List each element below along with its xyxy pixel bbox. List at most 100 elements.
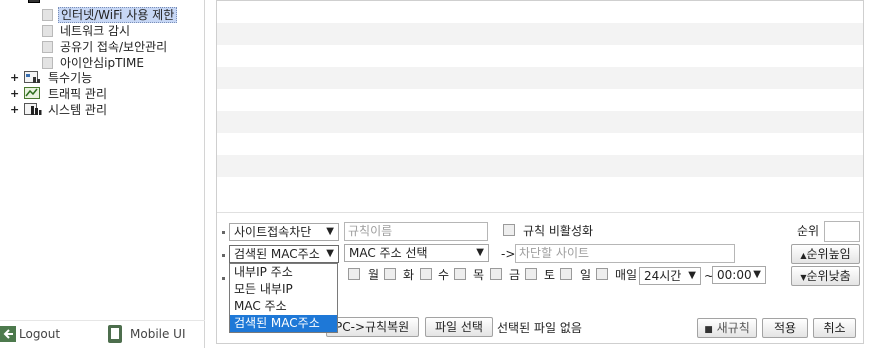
time-start-select[interactable]: 24시간 ▼: [639, 267, 701, 285]
sidebar-category-traffic[interactable]: + 트래픽 관리: [0, 86, 205, 102]
time-end-select[interactable]: 00:00 ▼: [712, 266, 766, 284]
day-checkbox-fri[interactable]: [490, 268, 502, 280]
disable-rule-checkbox[interactable]: [503, 224, 515, 236]
day-label-sun: 일: [580, 268, 592, 282]
time-end-value: 00:00: [717, 268, 752, 282]
blocked-site-placeholder: 차단할 사이트: [519, 246, 590, 260]
blocked-site-input[interactable]: 차단할 사이트: [515, 244, 735, 263]
plus-icon: ■: [704, 325, 713, 335]
sidebar-subitem-label[interactable]: 아이안심ipTIME: [58, 55, 146, 71]
day-label-thu: 목: [473, 268, 485, 282]
dropdown-arrow-icon: ▼: [476, 247, 484, 258]
source-dropdown-list: 내부IP 주소 모든 내부IP MAC 주소 검색된 MAC주소: [229, 263, 338, 333]
rule-list: [217, 1, 863, 213]
row-bullet: [222, 277, 225, 280]
priority-input[interactable]: [824, 221, 860, 242]
logout-label[interactable]: Logout: [19, 325, 60, 343]
day-checkbox-everyday[interactable]: [596, 268, 608, 280]
list-row: [217, 89, 863, 111]
dropdown-arrow-icon: ▼: [753, 269, 761, 280]
sidebar-subitem-label[interactable]: 인터넷/WiFi 사용 제한: [58, 7, 178, 23]
mobile-ui-link[interactable]: Mobile UI: [108, 325, 198, 343]
dropdown-option-mac[interactable]: MAC 주소: [230, 298, 337, 315]
sidebar-subitem-label[interactable]: 네트워크 감시: [58, 23, 132, 39]
row-bullet: [222, 254, 225, 257]
mobile-ui-label[interactable]: Mobile UI: [130, 325, 186, 343]
mac-select-value: MAC 주소 선택: [349, 246, 428, 260]
new-rule-button[interactable]: ■ 새규칙: [697, 318, 757, 338]
day-checkbox-thu[interactable]: [454, 268, 466, 280]
list-row: [217, 111, 863, 133]
dropdown-arrow-icon: ▼: [326, 226, 334, 237]
mac-address-select[interactable]: MAC 주소 선택 ▼: [344, 244, 489, 262]
day-checkbox-sun[interactable]: [560, 268, 572, 280]
cancel-label: 취소: [823, 321, 846, 335]
dropdown-option-all-internal-ip[interactable]: 모든 내부IP: [230, 281, 337, 298]
sidebar: 인터넷/WiFi 사용 제한 네트워크 감시 공유기 접속/보안관리 아이안심i…: [0, 0, 205, 348]
logout-link[interactable]: Logout: [0, 325, 70, 343]
special-features-icon: [24, 71, 40, 83]
sidebar-category-label[interactable]: 특수기능: [48, 70, 92, 86]
day-checkbox-tue[interactable]: [384, 268, 396, 280]
sidebar-category-special[interactable]: + 특수기능: [0, 70, 205, 86]
dropdown-option-internal-ip[interactable]: 내부IP 주소: [230, 264, 337, 281]
page-icon: [42, 9, 53, 21]
priority-up-button[interactable]: ▲순위높임: [791, 244, 860, 264]
sidebar-category-label[interactable]: 트래픽 관리: [48, 86, 107, 102]
priority-up-label: 순위높임: [806, 247, 851, 261]
sidebar-subitem-iansim[interactable]: 아이안심ipTIME: [0, 55, 205, 71]
apply-button[interactable]: 적용: [762, 318, 808, 338]
list-row: [217, 23, 863, 45]
sidebar-category-label[interactable]: 시스템 관리: [48, 102, 107, 118]
page-icon: [42, 41, 53, 53]
arrow-text: ->: [501, 247, 516, 261]
time-start-value: 24시간: [644, 269, 682, 283]
source-select-value: 검색된 MAC주소: [234, 247, 320, 261]
disable-rule-label: 규칙 비활성화: [523, 224, 594, 238]
priority-label: 순위: [797, 224, 820, 238]
sidebar-subitem-internet-limit[interactable]: 인터넷/WiFi 사용 제한: [0, 7, 205, 23]
new-rule-label: 새규칙: [716, 321, 750, 335]
day-checkbox-mon[interactable]: [348, 268, 360, 280]
apply-label: 적용: [773, 321, 797, 335]
dropdown-option-searched-mac[interactable]: 검색된 MAC주소: [230, 315, 337, 332]
sidebar-category-system[interactable]: + 시스템 관리: [0, 102, 205, 118]
file-status-text: 선택된 파일 없음: [497, 321, 582, 335]
list-row: [217, 45, 863, 67]
day-label-fri: 금: [509, 268, 521, 282]
list-row: [217, 67, 863, 89]
restore-rules-button[interactable]: PC->규칙복원: [326, 317, 419, 337]
expand-toggle[interactable]: +: [10, 102, 19, 118]
sidebar-subitem-label[interactable]: 공유기 접속/보안관리: [58, 39, 169, 55]
list-row: [217, 155, 863, 177]
rule-type-select[interactable]: 사이트접속차단 ▼: [229, 223, 339, 241]
day-label-sat: 토: [544, 268, 556, 282]
expand-toggle[interactable]: +: [10, 70, 19, 86]
day-label-everyday: 매일: [615, 268, 638, 282]
security-folder-icon: [28, 0, 40, 3]
row-bullet: [222, 231, 225, 234]
mobile-phone-icon: [108, 325, 122, 343]
source-select[interactable]: 검색된 MAC주소 ▼: [229, 245, 339, 263]
file-select-button[interactable]: 파일 선택: [425, 317, 493, 337]
page-icon: [42, 57, 53, 69]
sidebar-subitem-network-monitor[interactable]: 네트워크 감시: [0, 23, 205, 39]
logout-icon: [0, 326, 16, 342]
dropdown-arrow-icon: ▼: [326, 248, 334, 259]
rule-name-input[interactable]: 규칙이름: [344, 222, 488, 241]
list-row: [217, 133, 863, 155]
list-row: [217, 191, 863, 213]
day-checkbox-wed[interactable]: [420, 268, 432, 280]
sidebar-subitem-router-security[interactable]: 공유기 접속/보안관리: [0, 39, 205, 55]
rule-type-value: 사이트접속차단: [234, 225, 312, 239]
priority-down-label: 순위낮춤: [806, 269, 851, 283]
expand-toggle[interactable]: +: [10, 86, 19, 102]
dropdown-arrow-icon: ▼: [688, 270, 696, 281]
page-icon: [42, 25, 53, 37]
file-select-label: 파일 선택: [435, 320, 483, 334]
day-checkbox-sat[interactable]: [525, 268, 537, 280]
day-label-tue: 화: [403, 268, 415, 282]
priority-down-button[interactable]: ▼순위낮춤: [791, 266, 860, 286]
cancel-button[interactable]: 취소: [813, 318, 856, 338]
rule-name-placeholder: 규칙이름: [348, 224, 393, 238]
